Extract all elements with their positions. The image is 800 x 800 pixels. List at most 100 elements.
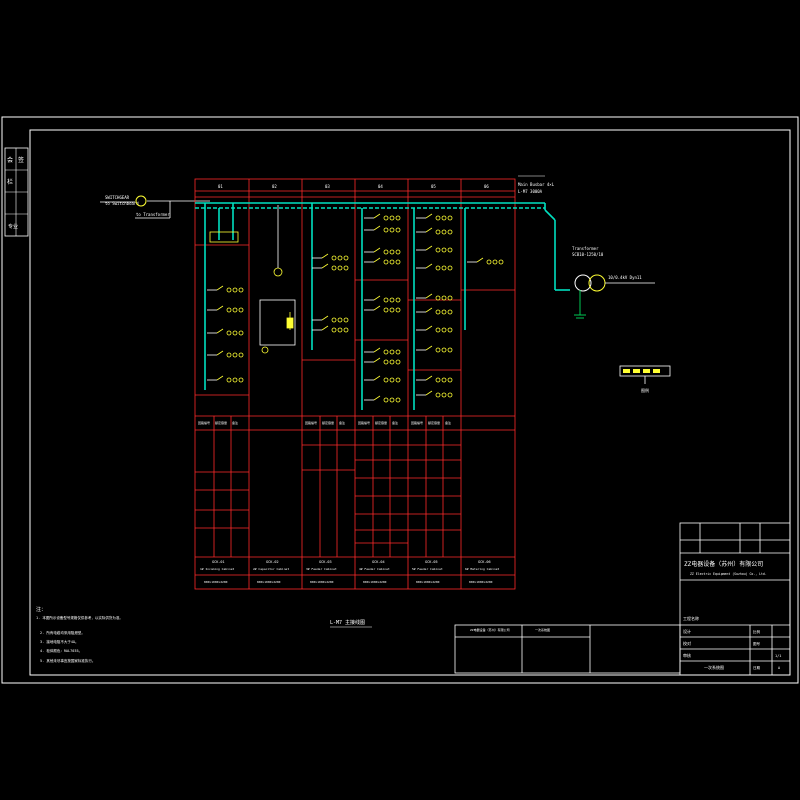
- company-name-cn: ZZ电器设备（苏州）有限公司: [684, 560, 763, 568]
- breaker-icon: [364, 295, 401, 303]
- breaker-icon: [364, 375, 401, 383]
- panel-number: 04: [378, 184, 383, 189]
- title-block: [679, 522, 791, 676]
- side-strip: 会 签 栏 专业: [4, 147, 29, 237]
- project-label: 工程名称: [683, 615, 699, 621]
- panel-code: GCK-01: [212, 560, 225, 564]
- incomer: SWITCHGEAR to Switchboard to Transformer: [100, 195, 210, 219]
- table-header-cell: 备注: [392, 420, 398, 425]
- capacitor-bank: [259, 205, 296, 354]
- drawing-no-label: 图号: [753, 641, 761, 646]
- incomer-label: SWITCHGEAR: [105, 195, 130, 200]
- breaker-icon: [416, 375, 453, 383]
- breaker-icon: [416, 345, 453, 353]
- breaker-icon: [416, 263, 453, 271]
- table-header-cell: 备注: [232, 420, 238, 425]
- panel-footer-code: 800×1000×2200: [363, 580, 387, 584]
- breaker-icon: [364, 213, 401, 221]
- table-header-cell: 回路编号: [358, 420, 370, 425]
- panel-footer-code: 800×1000×2200: [257, 580, 281, 584]
- title-strip-drawing-name: 一次系统图: [535, 627, 550, 632]
- panel-footer: GCK-01 1# Incoming Cabinet 800×1000×2200…: [200, 560, 500, 584]
- breaker-icon: [207, 305, 244, 313]
- breaker-icon: [207, 285, 244, 293]
- note-line: 2. 所有电缆均采用阻燃型。: [40, 630, 85, 635]
- note-line: 5. 其他未尽事宜按国家标准执行。: [40, 658, 95, 663]
- breaker-icon: [416, 227, 453, 235]
- breaker-icon: [416, 307, 453, 315]
- main-busbar: [195, 202, 570, 410]
- panel-number: 02: [272, 184, 277, 189]
- table-header-cell: 备注: [445, 420, 451, 425]
- drawing-title: L-M7 主接线图: [330, 619, 365, 626]
- side-strip-cell-2: 签: [18, 156, 24, 164]
- breaker-icon: [207, 375, 244, 383]
- panel-number: 06: [484, 184, 489, 189]
- panel-code: GCK-06: [478, 560, 491, 564]
- bus-label-2: L-M7 3000A: [518, 189, 543, 194]
- table-header-cell: 回路编号: [198, 420, 210, 425]
- panel-footer-code: 800×1000×2200: [204, 580, 228, 584]
- note-line: 1. 本图所示设备型号规格仅供参考，以实际供货为准。: [36, 615, 123, 620]
- panel-footer-code: 800×1000×2200: [416, 580, 440, 584]
- breaker-icon: [312, 325, 349, 333]
- side-strip-cell-1: 会: [7, 156, 13, 164]
- side-strip-cell-4: 专业: [8, 223, 18, 230]
- scale-label: 比例: [753, 629, 761, 634]
- panel-footer-code: 800×1000×2200: [469, 580, 493, 584]
- notes: 注： 1. 本图所示设备型号规格仅供参考，以实际供货为准。 2. 所有电缆均采用…: [36, 606, 123, 663]
- transformer-ratio: 10/0.4kV Dyn11: [608, 275, 642, 280]
- breaker-icon: [364, 395, 401, 403]
- table-header-cell: 额定容量: [375, 420, 387, 425]
- panel-name: 4# Feeder Cabinet: [359, 567, 390, 571]
- breaker-icon: [364, 357, 401, 365]
- table-header-cell: 回路编号: [305, 420, 317, 425]
- transformer-rating: SCB10-1250/10: [572, 252, 604, 257]
- breaker-icon: [416, 213, 453, 221]
- panel-number: 05: [431, 184, 436, 189]
- capacitor-icon: [261, 346, 269, 354]
- panel-code: GCK-05: [425, 560, 438, 564]
- breaker-icon: [207, 328, 244, 336]
- breaker-icon: [416, 293, 453, 301]
- breaker-icon: [364, 257, 401, 265]
- drawing-name: 一次系统图: [704, 664, 724, 670]
- sheet-value: 1/1: [775, 654, 781, 658]
- panel-header-row: 01 02 03 04 05 06: [218, 184, 489, 189]
- transformer-label: Transformer: [572, 246, 599, 251]
- incomer-feeder-note: to Transformer: [136, 212, 170, 217]
- note-line: 4. 柜体颜色：RAL7035。: [40, 648, 82, 653]
- panel-code: GCK-04: [372, 560, 385, 564]
- table-header-cell: 备注: [339, 420, 345, 425]
- bus-label-1: Main Busbar 4×L: [518, 182, 555, 187]
- transformer: Transformer SCB10-1250/10 10/0.4kV Dyn11: [572, 246, 655, 319]
- date-label: 日期: [753, 665, 761, 670]
- panel-name: 2# Capacitor Cabinet: [253, 567, 289, 571]
- panel-number: 03: [325, 184, 330, 189]
- switchgear-lineup: [194, 178, 516, 590]
- breaker-icon: [416, 245, 453, 253]
- breaker-icon: [364, 347, 401, 355]
- panel-code: GCK-03: [319, 560, 332, 564]
- table-header-cell: 额定容量: [428, 420, 440, 425]
- breaker-icon: [364, 305, 401, 313]
- legend-label: 图例: [641, 387, 649, 393]
- breaker-icon: [416, 325, 453, 333]
- notes-heading: 注：: [36, 606, 46, 613]
- legend-box: 图例: [619, 365, 671, 393]
- breaker-icon: [364, 225, 401, 233]
- table-header-cell: 额定容量: [215, 420, 227, 425]
- panel-name: 3# Feeder Cabinet: [306, 567, 337, 571]
- company-name-en: ZZ Electric Equipment (Suzhou) Co., Ltd.: [690, 572, 767, 576]
- side-strip-cell-3: 栏: [7, 178, 13, 186]
- breaker-icon: [364, 247, 401, 255]
- cad-drawing: 会 签 栏 专业 SWITCHGEAR to Switchboard to Tr…: [1, 116, 799, 684]
- table-header-cell: 回路编号: [411, 420, 423, 425]
- breaker-icon: [312, 263, 349, 271]
- note-line: 3. 接地电阻不大于4Ω。: [40, 639, 79, 644]
- title-strip-company: ZZ电器设备（苏州）有限公司: [470, 627, 510, 632]
- panel-code: GCK-02: [266, 560, 279, 564]
- checker-label: 校对: [683, 640, 691, 646]
- panel-number: 01: [218, 184, 223, 189]
- breaker-icon: [207, 350, 244, 358]
